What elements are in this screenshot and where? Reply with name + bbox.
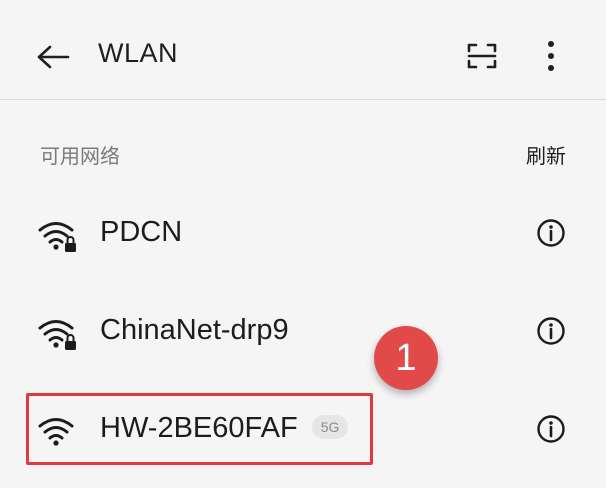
network-ssid: ChinaNet-drp9 bbox=[100, 314, 289, 346]
more-options-button[interactable] bbox=[536, 36, 566, 76]
info-icon[interactable] bbox=[536, 218, 566, 248]
wifi-lock-icon bbox=[38, 222, 76, 252]
info-icon[interactable] bbox=[536, 414, 566, 444]
network-ssid: PDCN bbox=[100, 216, 183, 248]
more-vertical-icon bbox=[548, 41, 554, 71]
back-button[interactable] bbox=[30, 34, 76, 80]
scan-icon bbox=[467, 43, 497, 69]
app-bar: WLAN bbox=[0, 0, 606, 100]
wifi-lock-icon bbox=[38, 320, 76, 350]
network-item-pdcn[interactable]: PDCN bbox=[0, 196, 606, 276]
arrow-left-icon bbox=[37, 45, 70, 69]
highlight-box bbox=[26, 393, 373, 465]
section-label: 可用网络 bbox=[40, 144, 120, 168]
available-networks-header: 可用网络 刷新 bbox=[40, 140, 566, 170]
scan-button[interactable] bbox=[464, 38, 500, 74]
info-icon[interactable] bbox=[536, 316, 566, 346]
page-title: WLAN bbox=[98, 38, 179, 68]
step-number-badge: 1 bbox=[374, 326, 438, 390]
refresh-button[interactable]: 刷新 bbox=[526, 140, 566, 169]
network-item-chinanet[interactable]: ChinaNet-drp9 bbox=[0, 294, 606, 374]
